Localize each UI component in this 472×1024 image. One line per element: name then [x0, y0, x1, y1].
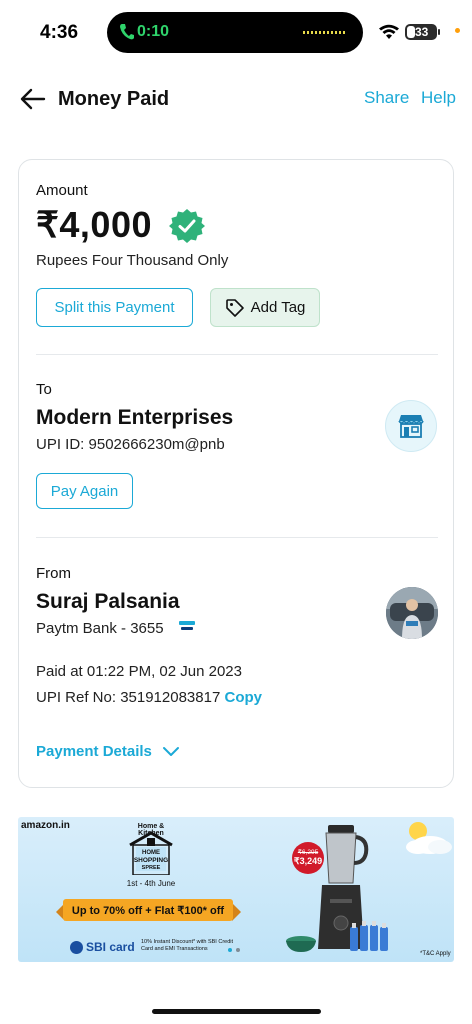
sun-cloud-icon: [406, 822, 452, 854]
add-tag-label: Add Tag: [250, 299, 306, 316]
terms-note: *T&C Apply: [420, 951, 451, 957]
divider: [36, 354, 438, 355]
back-arrow-icon[interactable]: [20, 88, 46, 110]
call-timer: 0:10: [137, 23, 170, 40]
carousel-pager[interactable]: [228, 948, 240, 952]
status-time: 4:36: [40, 22, 79, 43]
to-label: To: [36, 381, 52, 398]
amount-label: Amount: [36, 182, 88, 199]
bowl-image: [286, 936, 316, 952]
event-line-1: HOME: [142, 850, 160, 856]
new-price: ₹3,249: [293, 856, 323, 866]
verified-badge-icon: [169, 209, 205, 243]
chevron-down-icon: [162, 746, 179, 756]
split-payment-button[interactable]: Split this Payment: [36, 288, 193, 327]
promo-banner[interactable]: amazon.in Home & Kitchen HOME SHOPPING S…: [18, 817, 454, 962]
battery-icon: 33: [405, 24, 437, 40]
sbi-card-logo: SBI card: [70, 938, 135, 956]
amazon-logo: amazon.in: [21, 820, 70, 831]
help-link[interactable]: Help: [421, 88, 456, 108]
battery-cap: [438, 29, 440, 35]
top-bar: Money Paid Share Help: [0, 80, 472, 120]
payee-avatar: [385, 400, 437, 452]
payer-bank: Paytm Bank - 3655: [36, 620, 164, 637]
pay-again-button[interactable]: Pay Again: [36, 473, 133, 509]
event-line-2: SHOPPING: [134, 857, 168, 864]
page-title: Money Paid: [58, 88, 170, 110]
paytm-bank-logo-icon: [179, 621, 195, 630]
wifi-icon: [379, 24, 399, 39]
divider: [36, 537, 438, 538]
refill-bottles-image: [350, 921, 388, 951]
amount-in-words: Rupees Four Thousand Only: [36, 252, 229, 269]
transaction-card: Amount ₹4,000 Rupees Four Thousand Only …: [18, 159, 454, 788]
sbi-card-brand: SBI card: [86, 940, 135, 954]
audio-wave-icon: [303, 31, 347, 34]
from-label: From: [36, 565, 71, 582]
payer-name: Suraj Palsania: [36, 590, 180, 613]
battery-level: 33: [415, 25, 429, 39]
tag-icon: [225, 298, 244, 317]
copy-ref-button[interactable]: Copy: [224, 689, 262, 706]
profile-photo-icon: [386, 587, 438, 639]
add-tag-button[interactable]: Add Tag: [210, 288, 320, 327]
amount-value: ₹4,000: [36, 204, 152, 245]
dynamic-island[interactable]: 0:10: [107, 12, 363, 53]
banner-dates: 1st - 4th June: [126, 879, 176, 888]
pager-dot[interactable]: [236, 948, 240, 952]
paid-at-timestamp: Paid at 01:22 PM, 02 Jun 2023: [36, 663, 242, 680]
home-indicator[interactable]: [152, 1009, 321, 1014]
upi-ref-row: UPI Ref No: 351912083817 Copy: [36, 689, 262, 706]
sbi-logo-icon: [70, 940, 83, 954]
store-icon: [398, 415, 424, 438]
payment-details-label: Payment Details: [36, 743, 152, 760]
phone-call-icon: [120, 24, 134, 40]
share-link[interactable]: Share: [364, 88, 409, 108]
upi-ref-number: UPI Ref No: 351912083817: [36, 689, 221, 706]
payee-name: Modern Enterprises: [36, 406, 234, 429]
payee-upi-id: UPI ID: 9502666230m@pnb: [36, 436, 225, 453]
price-badge: ₹6,295 ₹3,249: [292, 842, 324, 874]
payer-avatar: [386, 587, 438, 639]
ribbon-tail-right: [232, 903, 241, 921]
offer-ribbon: Up to 70% off + Flat ₹100* off: [63, 899, 233, 921]
mic-indicator-dot: [455, 28, 460, 33]
home-shopping-spree-logo: HOME SHOPPING SPREE: [129, 831, 173, 875]
status-bar: 4:36 0:10 33: [0, 0, 472, 64]
payment-details-toggle[interactable]: Payment Details: [36, 743, 180, 760]
card-offer-text: 10% Instant Discount* with SBI Credit Ca…: [141, 939, 234, 952]
event-line-3: SPREE: [142, 865, 161, 871]
pager-dot-active[interactable]: [228, 948, 232, 952]
